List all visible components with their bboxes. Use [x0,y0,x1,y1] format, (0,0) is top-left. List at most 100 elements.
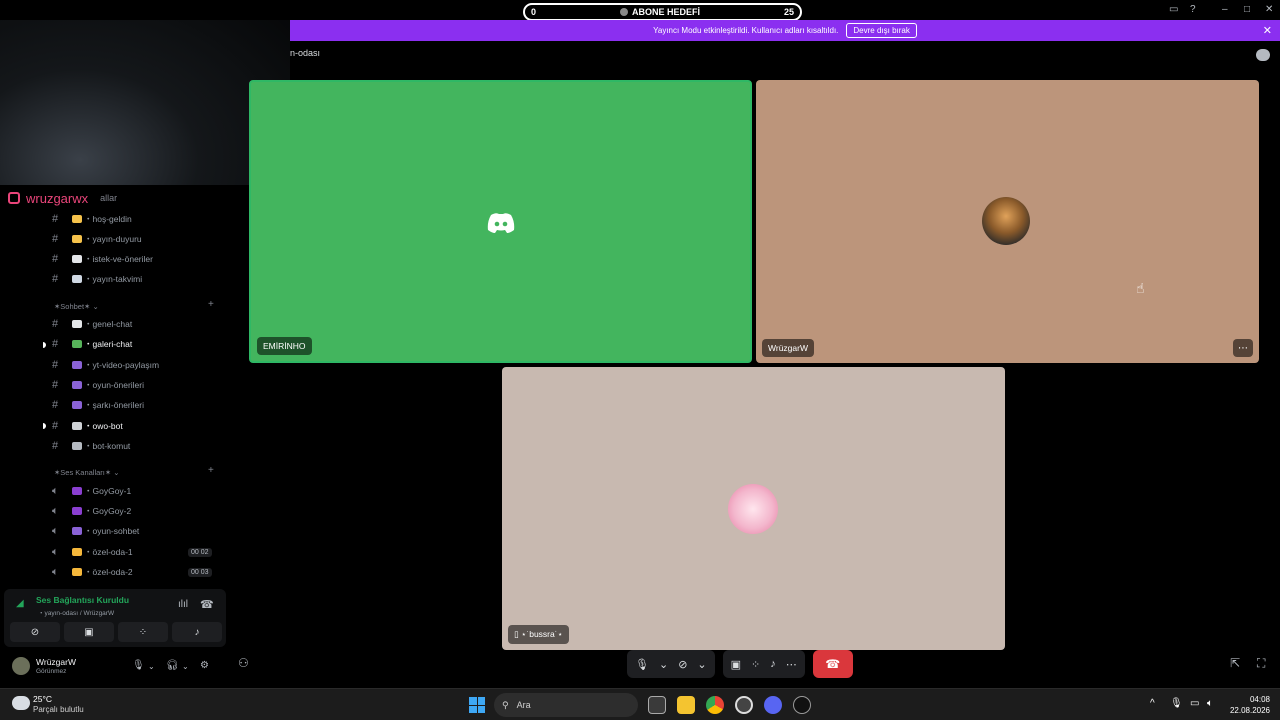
file-explorer-icon[interactable] [677,696,695,714]
network-icon[interactable]: ▭ [1190,698,1199,709]
category-sohbet[interactable]: ✶Sohbet✶ ⌄ [54,302,99,311]
obs-icon[interactable] [793,696,811,714]
camera-off-button[interactable]: ⊘ [10,622,60,642]
image-icon [72,340,82,348]
sparkles-icon [72,401,82,409]
headphones-icon[interactable]: 🎧︎ [166,660,179,671]
soundboard-icon: ♪ [194,626,200,638]
voice-channel-goygoy-2[interactable]: 🔈︎ ・GoyGoy-2 [52,502,131,520]
channel-istek-ve-oneriler[interactable]: # ・istek-ve-öneriler [52,250,153,268]
leave-call-button[interactable]: ☎ [812,650,853,678]
soundboard-icon[interactable]: ♪ [770,658,776,670]
lock-icon [72,568,82,576]
add-channel-icon[interactable]: + [208,299,214,310]
speaker-icon: 🔈︎ [52,484,59,497]
app-icon[interactable] [735,696,753,714]
activities-button[interactable]: ⁘ [118,622,168,642]
channel-yt-video-paylasim[interactable]: # ・yt-video-paylaşım [52,356,159,374]
username[interactable]: WrüzgarW [36,657,76,667]
soundboard-button[interactable]: ♪ [172,622,222,642]
clock[interactable]: 04:08 22.08.2026 [1230,694,1270,716]
camera-off-icon[interactable]: ⊘ [678,658,687,671]
activities-icon[interactable]: ⁘ [751,658,760,671]
voice-channel-goygoy-1[interactable]: 🔈︎ ・GoyGoy-1 [52,482,131,500]
microphone-tray-icon[interactable]: 🎙︎ [1170,698,1183,709]
noise-suppression-icon[interactable]: ılıl [178,599,188,610]
category-label: ✶Ses Kanalları✶ [54,468,112,477]
channel-yayin-duyuru[interactable]: # ・yayın-duyuru [52,230,142,248]
voice-channel-ozel-oda-1[interactable]: 🔈︎ ・özel-oda-1 00 02 [52,543,222,561]
chevron-down-icon[interactable]: ⌄ [148,662,155,671]
channel-header-title: n-odası [290,48,321,58]
volume-icon[interactable]: 🔈︎ [1207,698,1213,709]
disable-streamer-mode-button[interactable]: Devre dışı bırak [846,23,917,38]
voice-channel-ozel-oda-2[interactable]: 🔈︎ ・özel-oda-2 00 03 [52,563,222,581]
minimize-button[interactable]: – [1222,4,1228,15]
chevron-down-icon[interactable]: ⌄ [697,658,706,671]
screen-share-button[interactable]: ▣ [64,622,114,642]
hash-icon: # [52,253,59,265]
channel-sarki-onerileri[interactable]: # ・şarkı-önerileri [52,396,144,414]
chevron-down-icon[interactable]: ⌄ [182,662,189,671]
add-voice-channel-icon[interactable]: + [208,465,214,476]
channel-label: ・yt-video-paylaşım [84,360,160,370]
close-window-button[interactable]: ✕ [1265,4,1273,15]
unread-indicator [43,342,46,348]
help-icon[interactable]: ? [1190,4,1196,15]
hash-icon: # [52,318,59,330]
date: 22.08.2026 [1229,706,1270,715]
hash-icon: # [52,273,59,285]
inbox-icon[interactable]: ▭ [1169,4,1178,15]
discord-icon[interactable] [764,696,782,714]
fullscreen-icon[interactable]: ⛶ [1257,656,1265,671]
avatar [728,484,778,534]
channel-hos-geldin[interactable]: # ・hoş-geldin [52,210,132,228]
maximize-button[interactable]: □ [1244,4,1250,15]
participant-name: EMİRİNHO [257,337,312,355]
channel-bot-komut[interactable]: # ・bot-komut [52,437,130,455]
voice-status[interactable]: Ses Bağlantısı Kuruldu [36,595,129,605]
category-ses-kanallari[interactable]: ✶Ses Kanalları✶ ⌄ [54,468,120,477]
hash-icon: # [52,420,59,432]
video-tile-wruzgarw[interactable]: WrüzgarW ⋯ [756,80,1259,363]
channel-label: ・yayın-takvimi [84,274,143,284]
screen-share-icon[interactable]: ▣ [731,658,741,671]
channel-owo-bot[interactable]: # ・owo-bot [52,417,123,435]
popout-icon[interactable]: ⇱ [1230,656,1240,670]
channel-galeri-chat[interactable]: # ・galeri-chat [52,335,132,353]
microphone-icon[interactable]: 🎙︎ [132,660,145,671]
task-view-icon[interactable] [648,696,666,714]
disconnect-icon[interactable]: ☎ [200,598,214,611]
chrome-icon[interactable] [706,696,724,714]
close-banner-icon[interactable]: ✕ [1263,24,1272,37]
video-tile-emirinho[interactable]: EMİRİNHO [249,80,752,363]
time: 04:08 [1249,695,1270,704]
start-button[interactable] [469,697,485,713]
participant-name: WrüzgarW [762,339,814,357]
category-label: ✶Sohbet✶ [54,302,91,311]
channel-yayin-takvimi[interactable]: # ・yayın-takvimi [52,270,142,288]
bell-icon [72,235,82,243]
temperature[interactable]: 25°C [33,694,52,704]
avatar[interactable] [12,657,30,675]
chat-bubble-icon[interactable] [1256,49,1270,61]
more-options-button[interactable]: ⋯ [1233,339,1253,357]
weather-description[interactable]: Parçalı bulutlu [33,705,84,714]
channel-genel-chat[interactable]: # ・genel-chat [52,315,132,333]
speaker-icon: 🔈︎ [52,504,59,517]
video-tile-bussra[interactable]: ▯ ⋆˙bussra˙⋆ [502,367,1005,650]
chevron-up-icon[interactable]: ^ [1150,698,1155,709]
banner-text: Yayıncı Modu etkinleştirildi. Kullanıcı … [653,26,839,35]
mic-camera-group: 🎙︎ ⌄ ⊘ ⌄ [627,650,715,678]
channel-oyun-onerileri[interactable]: # ・oyun-önerileri [52,376,144,394]
voice-channel-oyun-sohbet[interactable]: 🔈︎ ・oyun-sohbet [52,522,139,540]
chevron-down-icon[interactable]: ⌄ [659,658,668,671]
invite-user-icon[interactable]: ⚇ [238,656,249,670]
more-icon[interactable]: ⋯ [786,658,797,671]
channel-label: ・oyun-önerileri [84,380,144,390]
microphone-icon[interactable]: 🎙︎ [635,658,649,671]
title-bar: 0 ABONE HEDEFİ 25 ▭ ? – □ ✕ [0,0,1280,21]
taskbar-search[interactable]: ⚲ Ara [494,693,638,717]
gear-icon[interactable]: ⚙ [200,660,209,671]
weather-icon[interactable] [12,696,30,710]
